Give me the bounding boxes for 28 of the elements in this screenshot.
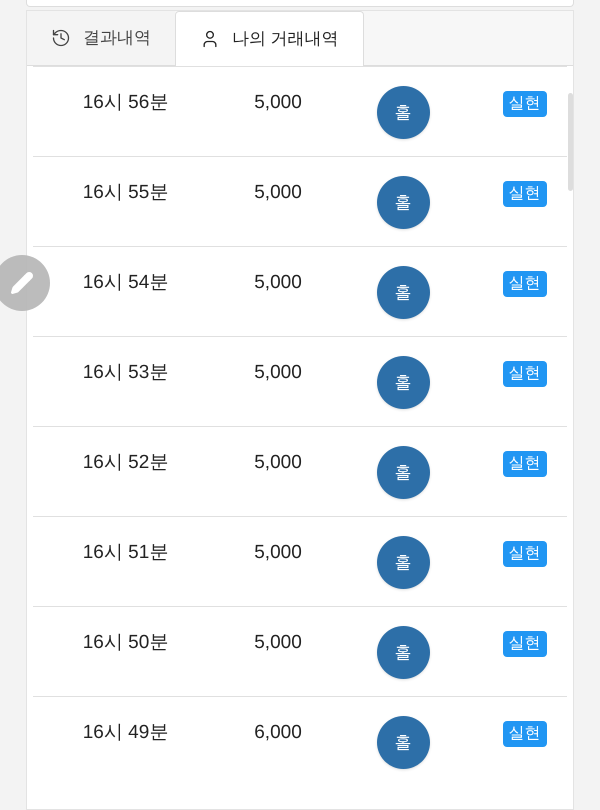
- history-icon: [51, 28, 71, 48]
- amount-text: 6,000: [253, 721, 303, 745]
- scrollbar[interactable]: [568, 93, 573, 191]
- result-badge: 실현: [502, 361, 546, 387]
- tab[interactable]: 나의 거래내역: [175, 11, 364, 66]
- result-badge: 실현: [502, 451, 546, 477]
- amount-text: 5,000: [253, 451, 303, 475]
- time-text: 16시 51분: [82, 541, 170, 565]
- time-text: 16시 52분: [82, 451, 170, 475]
- time-text: 16시 55분: [82, 181, 170, 205]
- amount-text: 5,000: [253, 361, 303, 385]
- time-text: 16시 49분: [82, 721, 170, 745]
- time-text: 16시 54분: [82, 271, 170, 295]
- amount-text: 5,000: [253, 271, 303, 295]
- amount-text: 5,000: [253, 541, 303, 565]
- result-badge: 실현: [502, 631, 546, 657]
- amount-text: 5,000: [253, 631, 303, 655]
- result-badge: 실현: [502, 271, 546, 297]
- time-text: 16시 53분: [82, 361, 170, 385]
- result-badge: 실현: [502, 541, 546, 567]
- amount-text: 5,000: [253, 91, 303, 115]
- pencil-icon: [10, 271, 34, 295]
- amount-text: 5,000: [253, 181, 303, 205]
- result-badge: 실현: [502, 181, 546, 207]
- result-badge: 실현: [502, 91, 546, 117]
- time-text: 16시 50분: [82, 631, 170, 655]
- result-badge: 실현: [502, 721, 546, 747]
- time-text: 16시 56분: [82, 91, 170, 115]
